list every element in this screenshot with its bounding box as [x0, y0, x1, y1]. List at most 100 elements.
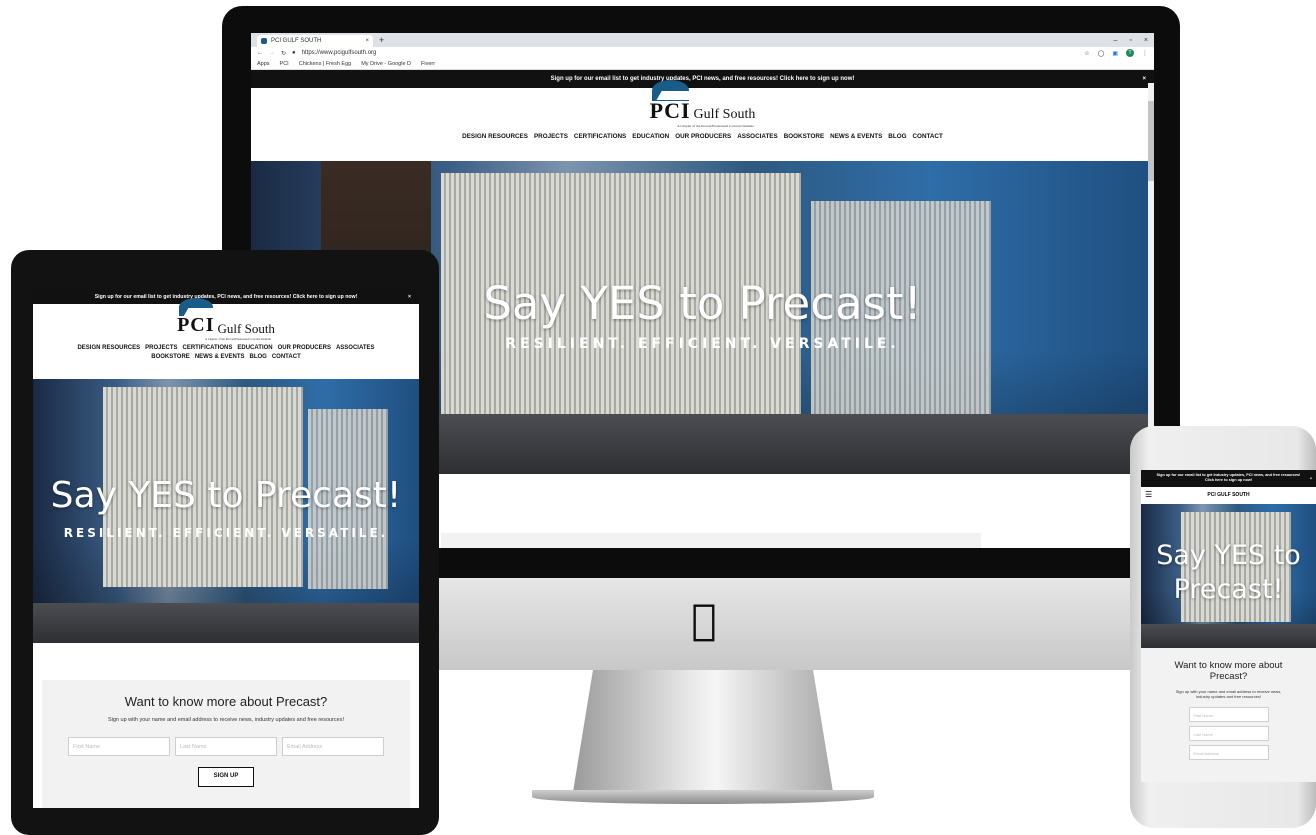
tab-close-icon[interactable]: × [365, 38, 369, 44]
tablet-first-name-input[interactable]: First Name [68, 737, 170, 756]
reload-icon[interactable]: ↻ [281, 50, 286, 57]
tablet-signup-button[interactable]: SIGN UP [198, 767, 254, 787]
phone-hero-title-line1: Say YES to [1156, 540, 1301, 571]
main-nav: DESIGN RESOURCES PROJECTS CERTIFICATIONS… [251, 133, 1154, 140]
tablet-nav-blog[interactable]: BLOG [250, 354, 267, 360]
imac-stand-foot [532, 790, 874, 804]
tablet-nav-certifications[interactable]: CERTIFICATIONS [183, 345, 233, 351]
tablet-hero-subtitle: RESILIENT. EFFICIENT. VERSATILE. [63, 526, 389, 540]
site-header: PCI Gulf South A Chapter of the Precast/… [251, 79, 1154, 161]
tablet-nav-design-resources[interactable]: DESIGN RESOURCES [77, 345, 140, 351]
tablet-logo-gulf-text: Gulf South [217, 321, 275, 336]
logo-gulf-text: Gulf South [693, 107, 756, 122]
tablet-hero-banner: Say YES to Precast! RESILIENT. EFFICIENT… [33, 379, 419, 643]
tablet-site-header: PCI Gulf South A Chapter of the Precast/… [33, 297, 419, 379]
tablet-nav-our-producers[interactable]: OUR PRODUCERS [278, 345, 331, 351]
phone-announcement-text[interactable]: Sign up for our email list to get indust… [1157, 473, 1301, 482]
bookmark-apps[interactable]: Apps [257, 61, 270, 67]
browser-tab-bar: PCI GULF SOUTH × + – ▫ × [251, 33, 1154, 47]
logo-tagline: A Chapter of the Precast/Prestressed Con… [677, 124, 754, 128]
tablet-logo-arc-icon [179, 297, 213, 317]
phone-signup-text: Sign up with your name and email address… [1175, 689, 1282, 699]
content-strip [441, 533, 981, 548]
nav-our-producers[interactable]: OUR PRODUCERS [675, 133, 731, 140]
address-bar-row: ← → ↻ ● https://www.pcigulfsouth.org ☆ ◯… [251, 47, 1154, 59]
nav-certifications[interactable]: CERTIFICATIONS [574, 133, 626, 140]
phone-hero-title-line2: Precast! [1173, 574, 1284, 605]
menu-dots-icon[interactable]: ⋮ [1142, 50, 1148, 57]
tablet-email-input[interactable]: Email Address [282, 737, 384, 756]
phone-signup-heading-line1: Want to know more about [1174, 660, 1283, 671]
phone-site-title[interactable]: PCI GULF SOUTH [1141, 487, 1316, 504]
tablet-nav-projects[interactable]: PROJECTS [145, 345, 177, 351]
logo-arc-icon [651, 79, 689, 101]
bookmark-google-drive[interactable]: My Drive - Google D [361, 61, 411, 67]
phone-street [1141, 624, 1316, 648]
maximize-button[interactable]: ▫ [1129, 37, 1131, 44]
bookmarks-bar: Apps PCI Chickens | Fresh Egg My Drive -… [251, 59, 1154, 70]
announcement-bar[interactable]: Sign up for our email list to get indust… [251, 70, 1154, 88]
phone-signup-heading-line2: Precast? [1209, 671, 1248, 682]
tablet-nav-contact[interactable]: CONTACT [272, 354, 301, 360]
site-logo[interactable]: PCI Gulf South A Chapter of the Precast/… [251, 79, 1154, 128]
window-controls: – ▫ × [1114, 37, 1148, 44]
nav-news-events[interactable]: NEWS & EVENTS [830, 133, 882, 140]
bookmark-chickens[interactable]: Chickens | Fresh Egg [299, 61, 351, 67]
apple-logo-icon:  [684, 597, 724, 643]
bookmark-star-icon[interactable]: ☆ [1084, 50, 1089, 57]
tablet-signup-section: Want to know more about Precast? Sign up… [42, 680, 410, 808]
phone-screen: Sign up for our email list to get indust… [1141, 470, 1316, 782]
tablet-signup-heading: Want to know more about Precast? [124, 694, 328, 709]
phone-email-input[interactable]: Email Address [1188, 745, 1269, 760]
extension-icon[interactable]: ◯ [1098, 50, 1105, 57]
minimize-button[interactable]: – [1114, 37, 1118, 44]
extension-icon-2[interactable]: ▣ [1112, 50, 1118, 57]
phone-last-name-input[interactable]: Last Name [1188, 726, 1269, 741]
imac-stand [572, 670, 834, 798]
profile-avatar[interactable]: T [1126, 49, 1134, 57]
phone-header: ☰ PCI GULF SOUTH [1141, 487, 1316, 504]
logo-pci-text: PCI [649, 98, 691, 123]
tablet-site-logo[interactable]: PCI Gulf South A Chapter of the Precast/… [33, 297, 419, 341]
close-window-button[interactable]: × [1144, 37, 1148, 44]
tablet-screen: Sign up for our email list to get indust… [33, 290, 419, 808]
phone-signup-section: Want to know more about Precast? Sign up… [1141, 648, 1316, 782]
nav-education[interactable]: EDUCATION [632, 133, 669, 140]
url-field[interactable]: https://www.pcigulfsouth.org [302, 50, 377, 56]
tablet-nav-associates[interactable]: ASSOCIATES [336, 345, 375, 351]
tablet-logo-tagline: A Chapter of the Precast/Prestressed Con… [205, 337, 271, 341]
bookmark-fiverr[interactable]: Fiverr [421, 61, 435, 67]
tablet-announcement-bar[interactable]: Sign up for our email list to get indust… [33, 290, 419, 304]
tablet-signup-fields: First Name Last Name Email Address [42, 737, 410, 756]
new-tab-button[interactable]: + [379, 35, 384, 45]
announcement-text[interactable]: Sign up for our email list to get indust… [551, 76, 855, 82]
tablet-nav-bookstore[interactable]: BOOKSTORE [151, 354, 190, 360]
bookmark-pci[interactable]: PCI [280, 61, 289, 67]
tablet-street [33, 603, 419, 643]
phone-hero-banner: Say YES to Precast! [1141, 504, 1316, 648]
tablet-nav-education[interactable]: EDUCATION [237, 345, 272, 351]
hamburger-menu-icon[interactable]: ☰ [1145, 490, 1152, 499]
nav-blog[interactable]: BLOG [888, 133, 906, 140]
tablet-last-name-input[interactable]: Last Name [175, 737, 277, 756]
tablet-signup-text: Sign up with your name and email address… [107, 717, 345, 723]
nav-projects[interactable]: PROJECTS [534, 133, 568, 140]
tablet-nav-news-events[interactable]: NEWS & EVENTS [195, 354, 245, 360]
announcement-close-icon[interactable]: × [1142, 70, 1146, 88]
tablet-main-nav: DESIGN RESOURCES PROJECTS CERTIFICATIONS… [33, 345, 419, 360]
nav-contact[interactable]: CONTACT [913, 133, 943, 140]
back-icon[interactable]: ← [257, 50, 263, 56]
phone-first-name-input[interactable]: First Name [1188, 707, 1269, 722]
tablet-announcement-close-icon[interactable]: × [408, 290, 411, 304]
phone-announcement-bar[interactable]: Sign up for our email list to get indust… [1141, 470, 1316, 487]
imac-chin [438, 578, 1180, 670]
tablet-announcement-text[interactable]: Sign up for our email list to get indust… [95, 294, 358, 300]
lock-icon: ● [292, 50, 296, 56]
tablet-logo-pci-text: PCI [177, 314, 215, 336]
phone-announcement-close-icon[interactable]: × [1310, 476, 1312, 481]
browser-tab[interactable]: PCI GULF SOUTH × [257, 35, 373, 47]
nav-bookstore[interactable]: BOOKSTORE [784, 133, 824, 140]
forward-icon[interactable]: → [269, 50, 275, 56]
nav-design-resources[interactable]: DESIGN RESOURCES [462, 133, 528, 140]
nav-associates[interactable]: ASSOCIATES [737, 133, 777, 140]
